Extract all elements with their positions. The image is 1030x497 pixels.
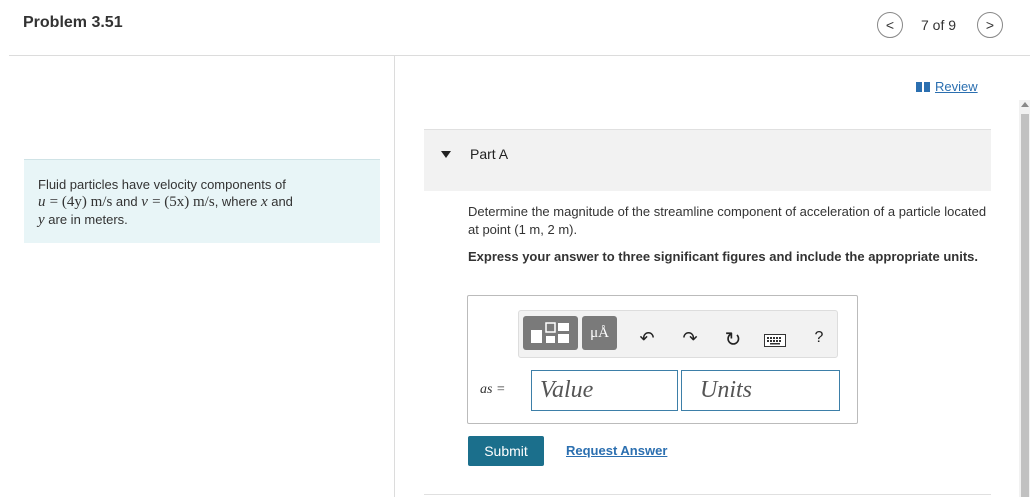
instructions-text: Express your answer to three significant… <box>468 249 978 264</box>
question-text: Determine the magnitude of the streamlin… <box>468 204 987 237</box>
v-expression: = (5x) m/s <box>152 194 215 210</box>
chevron-right-icon: > <box>985 17 995 33</box>
undo-icon[interactable]: ↶ <box>637 328 657 348</box>
chevron-left-icon: < <box>885 17 895 33</box>
submit-button[interactable]: Submit <box>468 436 544 466</box>
u-symbol: u <box>38 194 46 210</box>
answer-variable-label: as = <box>480 382 506 397</box>
reset-icon[interactable]: ↻ <box>722 328 744 351</box>
next-problem-button[interactable]: > <box>977 12 1003 38</box>
page-title: Problem 3.51 <box>23 14 123 31</box>
conjunction-text: and <box>112 194 142 209</box>
y-symbol: y <box>38 212 45 228</box>
part-title: Part A <box>470 146 509 162</box>
value-input[interactable] <box>531 370 678 411</box>
column-divider <box>394 55 395 497</box>
caret-down-icon[interactable] <box>441 151 451 158</box>
page-counter: 7 of 9 <box>921 17 957 33</box>
units-input[interactable] <box>681 370 840 411</box>
help-icon[interactable]: ? <box>812 328 826 348</box>
review-label: Review <box>935 79 978 94</box>
templates-button[interactable] <box>523 316 578 350</box>
part-a-header[interactable] <box>424 129 991 191</box>
request-answer-link[interactable]: Request Answer <box>566 443 667 458</box>
previous-problem-button[interactable]: < <box>877 12 903 38</box>
book-icon <box>916 81 930 92</box>
where-text: , where <box>214 194 261 209</box>
problem-intro-text: Fluid particles have velocity components… <box>38 177 286 192</box>
header-divider <box>9 55 1030 56</box>
review-link[interactable]: Review <box>916 79 978 94</box>
redo-icon[interactable]: ↷ <box>680 328 700 348</box>
u-expression: = (4y) m/s <box>49 194 113 210</box>
x-symbol: x <box>260 194 268 210</box>
units-button[interactable]: μÅ <box>582 316 617 350</box>
conjunction-text: and <box>267 194 293 209</box>
scrollbar-thumb[interactable] <box>1021 114 1029 497</box>
section-divider <box>424 494 991 495</box>
keyboard-keys-graphic <box>767 337 781 345</box>
v-symbol: v <box>141 194 148 210</box>
keyboard-icon[interactable] <box>764 334 786 347</box>
scroll-up-arrow-icon[interactable] <box>1021 102 1029 107</box>
templates-icon <box>530 322 569 343</box>
problem-statement: Fluid particles have velocity components… <box>24 159 380 243</box>
problem-tail-text: are in meters. <box>44 212 128 227</box>
